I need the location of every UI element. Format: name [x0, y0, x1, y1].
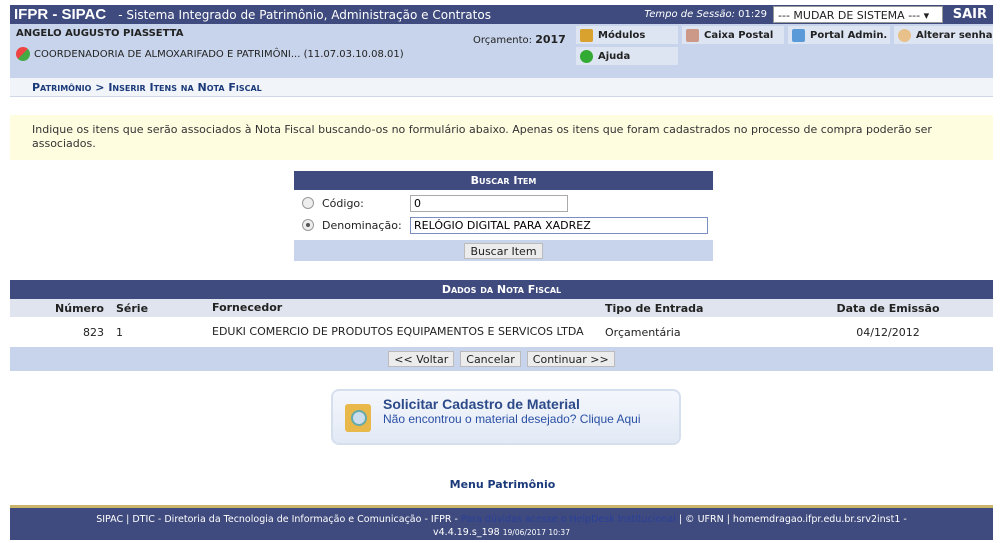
- table-row: 823 1 EDUKI COMERCIO DE PRODUTOS EQUIPAM…: [10, 317, 993, 347]
- footer-text: SIPAC | DTIC - Diretoria da Tecnologia d…: [96, 514, 458, 525]
- chevron-down-icon: ▾: [923, 9, 930, 22]
- nota-fiscal-table: Dados da Nota Fiscal Número Série Fornec…: [10, 280, 993, 371]
- cell-numero: 823: [83, 325, 104, 339]
- system-select[interactable]: --- MUDAR DE SISTEMA --- ▾: [773, 6, 943, 23]
- cell-fornecedor: EDUKI COMERCIO DE PRODUTOS EQUIPAMENTOS …: [212, 325, 584, 338]
- form-caption: Buscar Item: [294, 171, 713, 190]
- solicitar-cadastro-box[interactable]: Solicitar Cadastro de Material Não encon…: [331, 389, 681, 445]
- budget-label: Orçamento:: [473, 35, 533, 46]
- denominacao-radio[interactable]: [302, 219, 314, 231]
- unit-label: COORDENADORIA DE ALMOXARIFADO E PATRIMÔN…: [34, 48, 404, 60]
- ajuda-label: Ajuda: [598, 50, 631, 62]
- modulos-label: Módulos: [598, 29, 646, 41]
- modulos-button[interactable]: Módulos: [576, 26, 678, 44]
- search-item-form: Buscar Item Código: Denominação: Buscar …: [294, 171, 713, 264]
- senha-label: Alterar senha: [916, 29, 993, 41]
- logout-link[interactable]: SAIR: [953, 7, 987, 22]
- breadcrumb: Patrimônio > Inserir Itens na Nota Fisca…: [10, 78, 993, 97]
- col-tipo: Tipo de Entrada: [605, 301, 704, 315]
- continuar-button[interactable]: Continuar >>: [526, 351, 615, 367]
- user-unit[interactable]: COORDENADORIA DE ALMOXARIFADO E PATRIMÔN…: [16, 47, 404, 61]
- system-select-value: --- MUDAR DE SISTEMA ---: [778, 9, 921, 22]
- portal-admin-button[interactable]: Portal Admin.: [788, 26, 890, 44]
- session-timer: Tempo de Sessão: 01:29: [644, 9, 767, 20]
- page-header: IFPR - SIPAC - Sistema Integrado de Patr…: [10, 5, 993, 97]
- helpdesk-link[interactable]: Para dúvidas acesse o HelpDesk Instituci…: [461, 514, 676, 525]
- instructions-notice: Indique os itens que serão associados à …: [10, 115, 993, 160]
- codigo-radio[interactable]: [302, 197, 314, 209]
- denominacao-label: Denominação:: [322, 218, 402, 232]
- session-time: 01:29: [738, 9, 767, 20]
- change-unit-icon[interactable]: [16, 47, 30, 61]
- portal-label: Portal Admin.: [810, 29, 888, 41]
- caixa-postal-button[interactable]: Caixa Postal: [682, 26, 784, 44]
- footer-date: 19/06/2017 10:37: [502, 528, 570, 537]
- solicitar-link[interactable]: Não encontrou o material desejado? Cliqu…: [383, 412, 641, 426]
- col-fornecedor: Fornecedor: [212, 301, 283, 314]
- voltar-button[interactable]: << Voltar: [388, 351, 455, 367]
- mailbox-icon: [686, 28, 699, 42]
- top-bar: IFPR - SIPAC - Sistema Integrado de Patr…: [10, 5, 993, 24]
- box-icon: [580, 28, 593, 42]
- alterar-senha-button[interactable]: Alterar senha: [894, 26, 993, 44]
- table-caption: Dados da Nota Fiscal: [10, 280, 993, 299]
- cell-tipo: Orçamentária: [605, 325, 681, 339]
- user-info: ANGELO AUGUSTO PIASSETTA COORDENADORIA D…: [10, 24, 993, 78]
- cell-data: 04/12/2012: [856, 325, 920, 339]
- buscar-item-button[interactable]: Buscar Item: [464, 242, 543, 259]
- network-icon: [792, 28, 805, 42]
- col-serie: Série: [116, 301, 149, 315]
- search-folder-icon: [345, 404, 371, 432]
- cancelar-button[interactable]: Cancelar: [460, 351, 521, 367]
- col-numero: Número: [55, 301, 104, 315]
- codigo-input[interactable]: [410, 194, 568, 212]
- footer-host: | © UFRN | homemdragao.ifpr.edu.br.srv2i…: [678, 514, 907, 525]
- brand: IFPR - SIPAC: [14, 6, 107, 23]
- budget: Orçamento: 2017: [473, 33, 566, 46]
- user-icon: [898, 28, 911, 42]
- table-actions: << Voltar Cancelar Continuar >>: [10, 347, 993, 371]
- budget-year: 2017: [535, 33, 566, 46]
- cell-serie: 1: [116, 325, 123, 339]
- solicitar-title[interactable]: Solicitar Cadastro de Material: [383, 396, 580, 412]
- system-subtitle: - Sistema Integrado de Patrimônio, Admin…: [118, 7, 491, 22]
- footer: SIPAC | DTIC - Diretoria da Tecnologia d…: [10, 505, 993, 540]
- codigo-label: Código:: [322, 196, 364, 210]
- help-icon: [580, 49, 593, 63]
- ajuda-button[interactable]: Ajuda: [576, 47, 678, 65]
- col-data: Data de Emissão: [836, 301, 940, 315]
- footer-version: v4.4.19.s_198: [433, 527, 500, 538]
- session-label: Tempo de Sessão:: [644, 9, 735, 20]
- denominacao-input[interactable]: [410, 216, 708, 234]
- caixa-label: Caixa Postal: [704, 29, 774, 41]
- user-name: ANGELO AUGUSTO PIASSETTA: [16, 28, 184, 39]
- table-header: Número Série Fornecedor Tipo de Entrada …: [10, 299, 993, 317]
- menu-patrimonio-link[interactable]: Menu Patrimônio: [450, 478, 556, 491]
